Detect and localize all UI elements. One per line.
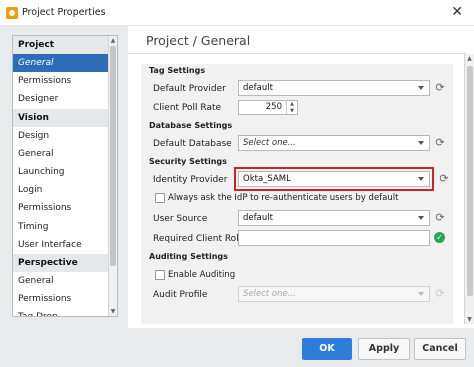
sidebar-item-vision-timing[interactable]: Timing bbox=[13, 218, 117, 236]
scroll-thumb[interactable] bbox=[467, 66, 473, 296]
sidebar-item-vision-login[interactable]: Login bbox=[13, 181, 117, 199]
identity-provider-highlight bbox=[234, 167, 434, 191]
cancel-button[interactable]: Cancel bbox=[414, 338, 466, 360]
ok-button[interactable]: OK bbox=[302, 338, 352, 360]
refresh-icon[interactable]: ⟳ bbox=[438, 173, 450, 185]
chevron-down-icon bbox=[418, 216, 424, 220]
section-title-auditing-settings: Auditing Settings bbox=[149, 252, 228, 261]
chevron-down-icon bbox=[418, 141, 424, 145]
section-title-security-settings: Security Settings bbox=[149, 157, 227, 166]
divider bbox=[128, 53, 466, 54]
scroll-thumb[interactable] bbox=[110, 46, 116, 266]
window-title: Project Properties bbox=[22, 7, 106, 18]
client-poll-rate-label: Client Poll Rate bbox=[153, 103, 222, 113]
stepper-buttons[interactable]: ▲ ▼ bbox=[286, 101, 297, 114]
refresh-icon[interactable]: ⟳ bbox=[434, 137, 446, 149]
refresh-icon: ⟳ bbox=[435, 287, 445, 300]
panel-scrollbar[interactable]: ▲ ▼ bbox=[464, 54, 474, 324]
sidebar-group-vision: Vision bbox=[13, 108, 117, 127]
user-source-select[interactable]: default bbox=[238, 210, 430, 226]
page-title: Project / General bbox=[146, 33, 251, 48]
sidebar-group-perspective: Perspective bbox=[13, 253, 117, 272]
decrement-icon[interactable]: ▼ bbox=[287, 108, 297, 115]
sidebar-item-perspective-general[interactable]: General bbox=[13, 272, 117, 290]
sidebar-item-vision-general[interactable]: General bbox=[13, 145, 117, 163]
enable-auditing-checkbox[interactable] bbox=[155, 270, 165, 280]
required-client-roles-label: Required Client Roles bbox=[153, 234, 249, 244]
settings-panel: Project / General Tag Settings Default P… bbox=[128, 26, 474, 328]
apply-button[interactable]: Apply bbox=[358, 338, 410, 360]
section-title-database-settings: Database Settings bbox=[149, 121, 233, 130]
sidebar-item-project-general[interactable]: General bbox=[13, 54, 117, 73]
sidebar-item-project-designer[interactable]: Designer bbox=[13, 90, 117, 108]
chevron-down-icon bbox=[418, 86, 424, 90]
enable-auditing-label: Enable Auditing bbox=[168, 270, 236, 280]
scroll-down-icon[interactable]: ▼ bbox=[109, 307, 117, 316]
button-bar: OK Apply Cancel bbox=[0, 328, 474, 367]
scroll-down-icon[interactable]: ▼ bbox=[465, 315, 474, 324]
title-bar: Project Properties ✕ bbox=[0, 0, 474, 26]
sidebar-item-vision-launching[interactable]: Launching bbox=[13, 163, 117, 181]
valid-check-icon: ✓ bbox=[434, 232, 445, 243]
scroll-up-icon[interactable]: ▲ bbox=[109, 36, 117, 45]
settings-form: Tag Settings Default Provider default ⟳ … bbox=[141, 64, 453, 324]
default-database-label: Default Database bbox=[153, 139, 232, 149]
close-icon[interactable]: ✕ bbox=[451, 4, 463, 20]
default-provider-select[interactable]: default bbox=[238, 80, 430, 96]
user-source-label: User Source bbox=[153, 214, 208, 224]
sidebar-item-perspective-permissions[interactable]: Permissions bbox=[13, 290, 117, 308]
sidebar-item-vision-user-interface[interactable]: User Interface bbox=[13, 236, 117, 254]
sidebar-item-vision-design[interactable]: Design bbox=[13, 127, 117, 145]
refresh-icon[interactable]: ⟳ bbox=[434, 212, 446, 224]
reauth-checkbox[interactable] bbox=[155, 193, 165, 203]
identity-provider-label: Identity Provider bbox=[153, 175, 228, 185]
sidebar: Project General Permissions Designer Vis… bbox=[12, 35, 118, 317]
sidebar-item-project-permissions[interactable]: Permissions bbox=[13, 72, 117, 90]
default-provider-label: Default Provider bbox=[153, 84, 226, 94]
sidebar-item-vision-permissions[interactable]: Permissions bbox=[13, 199, 117, 217]
scroll-up-icon[interactable]: ▲ bbox=[465, 54, 474, 63]
refresh-icon[interactable]: ⟳ bbox=[434, 82, 446, 94]
audit-profile-select: Select one... bbox=[238, 286, 430, 302]
sidebar-group-project: Project bbox=[13, 36, 117, 54]
default-database-select[interactable]: Select one... bbox=[238, 135, 430, 151]
chevron-down-icon bbox=[418, 292, 424, 296]
client-poll-rate-stepper[interactable]: 250 ▲ ▼ bbox=[238, 100, 298, 115]
audit-profile-label: Audit Profile bbox=[153, 290, 208, 300]
sidebar-item-perspective-tag-drop[interactable]: Tag Drop bbox=[13, 308, 117, 316]
dialog-body: Project General Permissions Designer Vis… bbox=[0, 26, 474, 367]
app-icon bbox=[6, 7, 18, 19]
required-client-roles-input[interactable] bbox=[238, 230, 430, 246]
reauth-label: Always ask the IdP to re-authenticate us… bbox=[168, 193, 399, 203]
section-title-tag-settings: Tag Settings bbox=[149, 66, 206, 75]
sidebar-scrollbar[interactable]: ▲ ▼ bbox=[108, 36, 117, 316]
